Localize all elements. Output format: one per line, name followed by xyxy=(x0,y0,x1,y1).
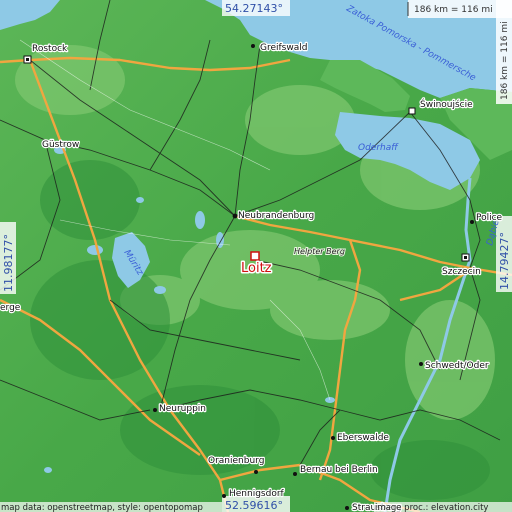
peak-label-helpter-berg: Helpter Berg xyxy=(294,247,345,256)
city-label-bernau: Bernau bei Berlin xyxy=(300,465,378,475)
coord-north-text: 54.27143° xyxy=(225,2,283,15)
map-view[interactable]: 186 km = 116 mi 186 km = 116 mi 54.27143… xyxy=(0,0,512,512)
city-marker xyxy=(419,362,423,366)
city-marker xyxy=(222,494,226,498)
city-neubrandenburg[interactable]: Neubrandenburg xyxy=(232,210,315,222)
city-schwedt[interactable]: Schwedt/Oder xyxy=(419,360,490,372)
coord-south-text: 52.59616° xyxy=(225,499,283,512)
city-marker xyxy=(254,470,258,474)
scale-bar-right: 186 km = 116 mi xyxy=(496,0,512,104)
city-gustrow[interactable]: Güstrow xyxy=(41,139,81,151)
city-label-schwedt: Schwedt/Oder xyxy=(425,361,489,371)
selected-place-label: Loitz xyxy=(241,261,272,276)
partial-label-left: erge xyxy=(0,303,21,313)
city-label-eberswalde: Eberswalde xyxy=(337,433,389,443)
city-label-gustrow: Güstrow xyxy=(42,140,79,150)
city-hennigsdorf[interactable]: Hennigsdorf xyxy=(222,488,286,500)
attribution-left: map data: openstreetmap, style: opentopo… xyxy=(1,503,203,512)
coord-north: 54.27143° xyxy=(222,0,290,16)
city-neuruppin[interactable]: Neuruppin xyxy=(153,403,207,415)
city-label-neuruppin: Neuruppin xyxy=(159,404,206,414)
coord-west-text: 11.98177° xyxy=(2,234,15,292)
city-label-szczecin: Szczecin xyxy=(442,267,481,277)
city-bernau[interactable]: Bernau bei Berlin xyxy=(293,464,379,476)
city-marker xyxy=(251,44,255,48)
city-label-police: Police xyxy=(476,213,503,223)
attribution-right: image proc.: elevation.city xyxy=(375,503,488,512)
scale-text-top: 186 km = 116 mi xyxy=(414,5,493,15)
scale-text-right: 186 km = 116 mi xyxy=(500,21,510,100)
city-greifswald[interactable]: Greifswald xyxy=(251,42,309,54)
city-marker xyxy=(153,408,157,412)
city-eberswalde[interactable]: Eberswalde xyxy=(331,432,391,444)
city-label-hennigsdorf: Hennigsdorf xyxy=(229,489,285,499)
coord-east-text: 14.79427° xyxy=(498,232,511,290)
city-marker xyxy=(345,506,349,510)
city-label-rostock: Rostock xyxy=(32,44,68,54)
city-marker xyxy=(470,220,474,224)
city-label-oranienburg: Oranienburg xyxy=(208,456,264,466)
coord-west: 11.98177° xyxy=(0,222,16,294)
water-label-oderhaff: Oderhaff xyxy=(358,143,399,153)
city-marker-dot xyxy=(26,58,29,61)
city-label-neubrandenburg: Neubrandenburg xyxy=(238,211,314,221)
city-marker-dot xyxy=(464,256,467,259)
city-label-greifswald: Greifswald xyxy=(260,43,307,53)
city-marker xyxy=(293,472,297,476)
city-label-swinoujscie: Świnoujście xyxy=(420,98,473,110)
city-marker xyxy=(331,436,335,440)
selected-place-marker xyxy=(250,251,260,261)
city-marker xyxy=(408,107,416,115)
city-marker xyxy=(232,213,238,219)
